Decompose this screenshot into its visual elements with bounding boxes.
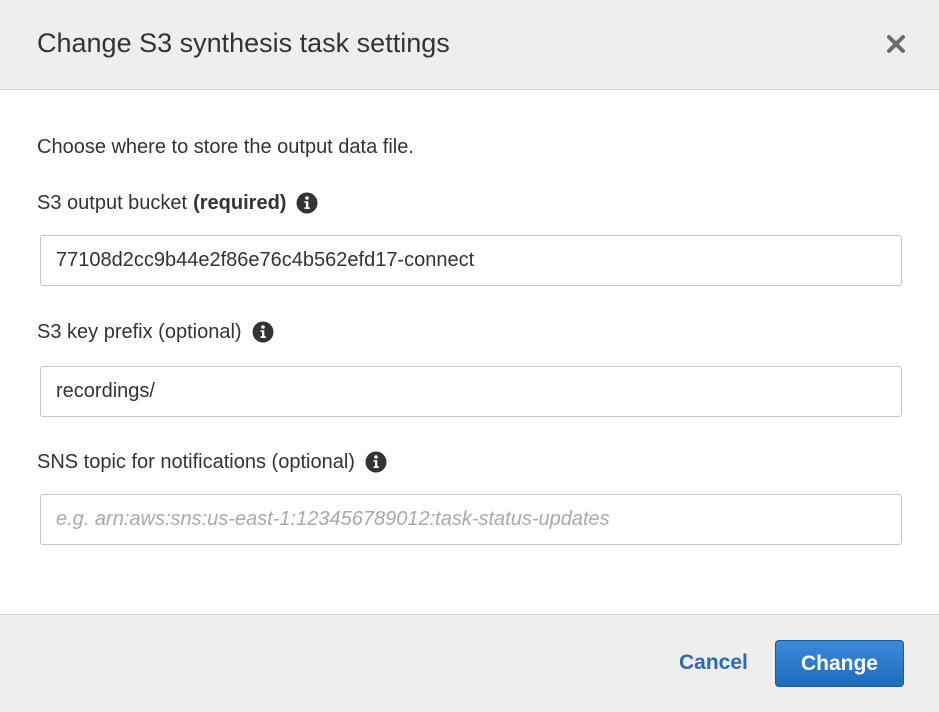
s3-output-bucket-label-text: S3 output bucket [37, 192, 188, 214]
info-icon[interactable] [296, 192, 318, 214]
dialog-body: Choose where to store the output data fi… [0, 90, 939, 614]
s3-output-bucket-input[interactable] [40, 235, 902, 286]
change-settings-dialog: Change S3 synthesis task settings Choose… [0, 0, 939, 712]
s3-key-prefix-label: S3 key prefix (optional) [37, 319, 274, 345]
info-icon[interactable] [365, 451, 387, 473]
change-button[interactable]: Change [775, 640, 904, 687]
info-icon[interactable] [252, 321, 274, 343]
intro-text: Choose where to store the output data fi… [37, 136, 414, 158]
sns-topic-label-text: SNS topic for notifications (optional) [37, 451, 355, 473]
close-icon[interactable] [884, 32, 908, 56]
s3-output-bucket-label: S3 output bucket (required) [37, 190, 318, 216]
dialog-footer: Cancel Change [0, 614, 939, 712]
s3-key-prefix-input[interactable] [40, 366, 902, 417]
dialog-title: Change S3 synthesis task settings [37, 28, 450, 58]
sns-topic-input[interactable] [40, 494, 902, 545]
required-marker: (required) [193, 192, 287, 214]
cancel-button[interactable]: Cancel [679, 651, 748, 675]
dialog-header: Change S3 synthesis task settings [0, 0, 939, 90]
sns-topic-label: SNS topic for notifications (optional) [37, 449, 387, 475]
s3-key-prefix-label-text: S3 key prefix (optional) [37, 321, 242, 343]
